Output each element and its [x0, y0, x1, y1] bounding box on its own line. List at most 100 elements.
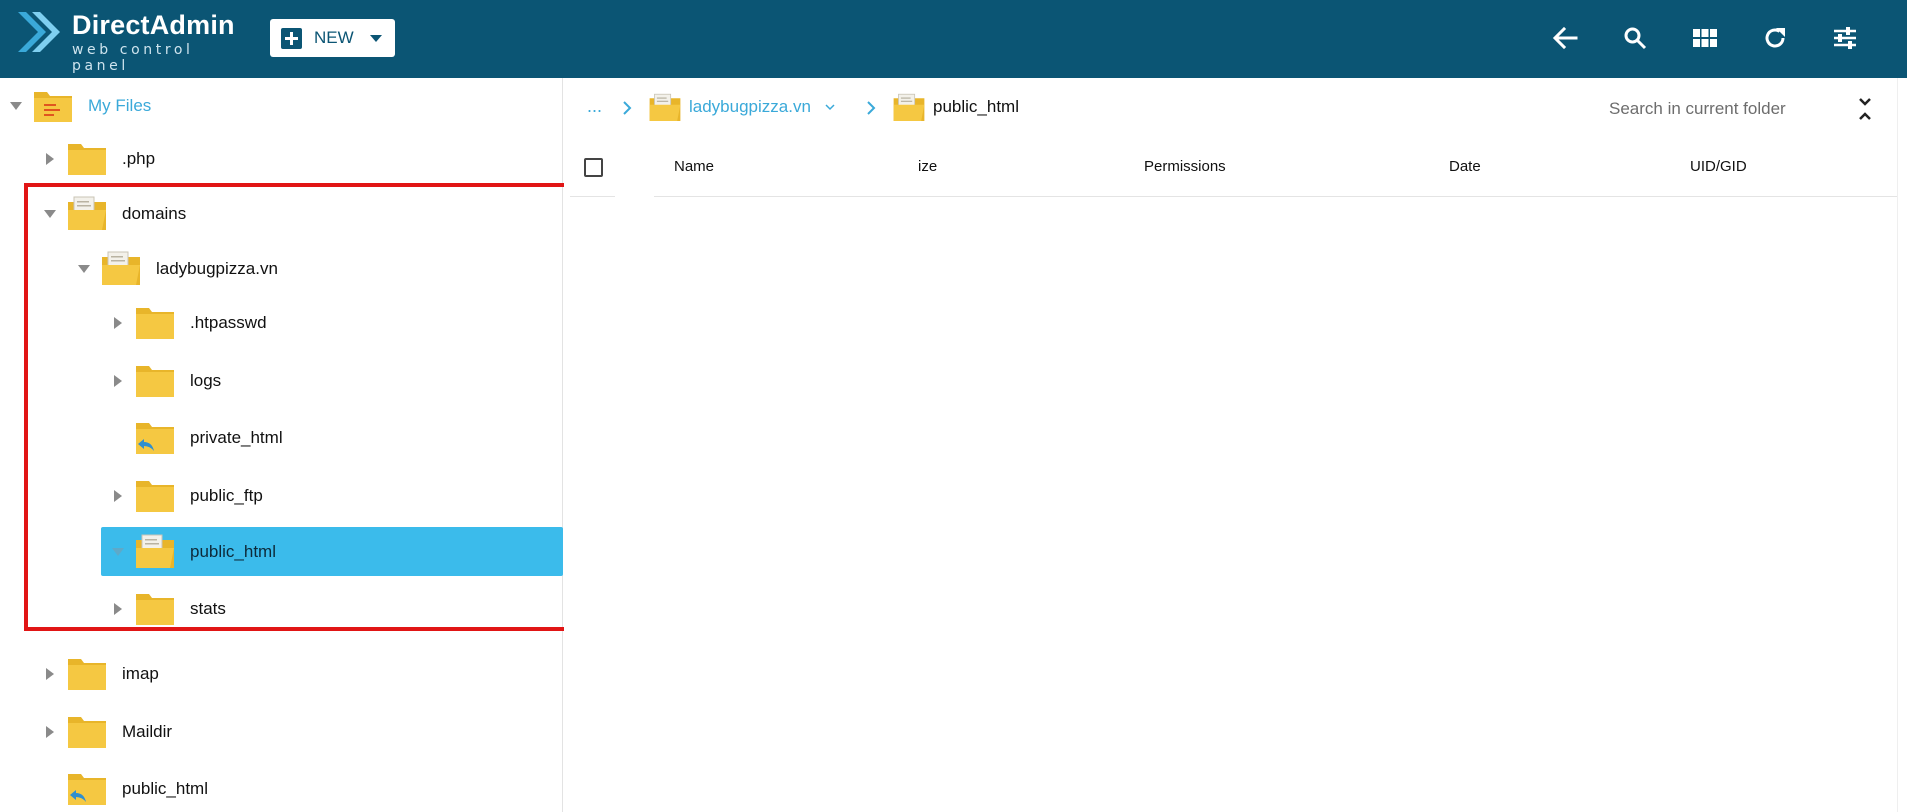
- refresh-icon: [1765, 28, 1785, 48]
- logo-title: DirectAdmin: [72, 10, 235, 40]
- expand-spacer: [42, 781, 58, 797]
- expand-toggle[interactable]: [42, 151, 58, 167]
- column-header-date[interactable]: Date: [1449, 158, 1481, 175]
- expand-toggle[interactable]: [110, 488, 126, 504]
- expand-toggle[interactable]: [42, 206, 58, 222]
- caret-down-icon: [112, 547, 124, 556]
- breadcrumb-current: public_html: [933, 97, 1019, 116]
- breadcrumb-ellipsis[interactable]: ...: [587, 96, 602, 117]
- tree-item-ladybugpizza[interactable]: ladybugpizza.vn: [76, 246, 278, 292]
- tree-item-label: ladybugpizza.vn: [156, 259, 278, 278]
- expand-toggle[interactable]: [42, 666, 58, 682]
- caret-down-icon: [369, 34, 382, 42]
- tree-item-logs[interactable]: logs: [110, 358, 221, 404]
- expand-toggle[interactable]: [110, 544, 126, 560]
- tree-item-public-ftp[interactable]: public_ftp: [110, 473, 263, 519]
- folder-open-document-icon: [136, 534, 174, 568]
- tree-item-label: .htpasswd: [190, 313, 267, 332]
- expand-spacer: [110, 430, 126, 446]
- divider: [570, 196, 615, 197]
- settings-sliders-icon: [1834, 27, 1856, 49]
- tree-item-stats[interactable]: stats: [110, 586, 226, 632]
- caret-right-icon: [114, 603, 122, 615]
- folder-icon: [136, 481, 174, 512]
- plus-icon: [281, 27, 302, 49]
- folder-open-document-icon: [893, 93, 925, 121]
- tree-item-imap[interactable]: imap: [42, 651, 159, 697]
- back-arrow-icon: [1552, 26, 1578, 50]
- tree-item-htpasswd[interactable]: .htpasswd: [110, 300, 267, 346]
- caret-down-icon: [10, 102, 22, 110]
- folder-icon: [136, 594, 174, 625]
- tree-item-label: public_html: [190, 541, 276, 561]
- back-button[interactable]: [1543, 18, 1587, 58]
- folder-tree: My Files .php domains ladybugpizza.vn .h…: [0, 78, 563, 812]
- tree-item-label: private_html: [190, 428, 283, 447]
- file-list-panel: ... ladybugpizza.vn public_html Search i…: [564, 78, 1907, 812]
- caret-right-icon: [46, 668, 54, 680]
- folder-link-icon: [136, 423, 174, 454]
- folder-open-icon: [34, 92, 72, 122]
- expand-toggle[interactable]: [8, 98, 24, 114]
- tree-item-label: imap: [122, 664, 159, 683]
- breadcrumb: ... ladybugpizza.vn public_html: [564, 78, 1907, 140]
- tree-item-label: stats: [190, 599, 226, 618]
- logo-subtitle: web control panel: [72, 42, 194, 74]
- collapse-toggle-icon[interactable]: [1853, 96, 1877, 122]
- tree-item-label: Maildir: [122, 722, 173, 741]
- folder-icon: [68, 659, 106, 690]
- caret-down-icon: [44, 210, 56, 218]
- tree-item-label: public_html: [122, 779, 208, 798]
- top-bar: DirectAdmin web control panel NEW: [0, 0, 1907, 78]
- scrollbar-track[interactable]: [1897, 78, 1907, 812]
- tree-item-public-html-root[interactable]: public_html: [42, 766, 208, 812]
- tree-root-label: My Files: [88, 96, 152, 115]
- search-button[interactable]: [1613, 18, 1657, 58]
- toolbar-icons: [1543, 18, 1867, 58]
- tree-item-label: logs: [190, 371, 222, 390]
- folder-icon: [68, 717, 106, 748]
- settings-button[interactable]: [1823, 18, 1867, 58]
- expand-toggle[interactable]: [110, 373, 126, 389]
- search-input[interactable]: [1609, 93, 1829, 125]
- search-icon: [1624, 27, 1647, 50]
- directadmin-logo-icon: [18, 12, 60, 52]
- tree-item-maildir[interactable]: Maildir: [42, 709, 172, 755]
- grid-view-icon: [1693, 29, 1717, 47]
- column-header-size[interactable]: ize: [918, 158, 937, 175]
- folder-icon: [136, 366, 174, 397]
- chevron-down-icon[interactable]: [825, 103, 835, 111]
- tree-item-label: domains: [122, 204, 187, 223]
- tree-item-php[interactable]: .php: [42, 136, 155, 182]
- caret-down-icon: [78, 265, 90, 273]
- expand-toggle[interactable]: [76, 261, 92, 277]
- tree-item-public-html-selected[interactable]: public_html: [101, 527, 563, 576]
- tree-item-private-html[interactable]: private_html: [110, 415, 283, 461]
- column-header-name[interactable]: Name: [674, 158, 714, 175]
- column-header-permissions[interactable]: Permissions: [1144, 158, 1226, 175]
- tree-item-label: .php: [122, 149, 156, 168]
- divider: [654, 196, 1899, 197]
- new-button[interactable]: NEW: [270, 19, 395, 57]
- chevron-right-icon: [867, 101, 876, 115]
- select-all-checkbox[interactable]: [584, 158, 603, 177]
- column-header-uid-gid[interactable]: UID/GID: [1690, 158, 1747, 175]
- expand-toggle[interactable]: [110, 601, 126, 617]
- caret-right-icon: [114, 375, 122, 387]
- caret-right-icon: [46, 726, 54, 738]
- logo[interactable]: DirectAdmin web control panel: [18, 8, 248, 74]
- folder-open-document-icon: [102, 251, 140, 285]
- grid-view-button[interactable]: [1683, 18, 1727, 58]
- folder-open-document-icon: [649, 93, 681, 121]
- caret-right-icon: [46, 153, 54, 165]
- breadcrumb-parent[interactable]: ladybugpizza.vn: [689, 97, 811, 117]
- tree-root-my-files[interactable]: My Files: [8, 83, 151, 129]
- caret-right-icon: [114, 317, 122, 329]
- chevron-right-icon: [623, 101, 632, 115]
- expand-toggle[interactable]: [110, 315, 126, 331]
- folder-link-icon: [68, 774, 106, 805]
- refresh-button[interactable]: [1753, 18, 1797, 58]
- tree-item-domains[interactable]: domains: [42, 191, 186, 237]
- expand-toggle[interactable]: [42, 724, 58, 740]
- folder-icon: [136, 308, 174, 339]
